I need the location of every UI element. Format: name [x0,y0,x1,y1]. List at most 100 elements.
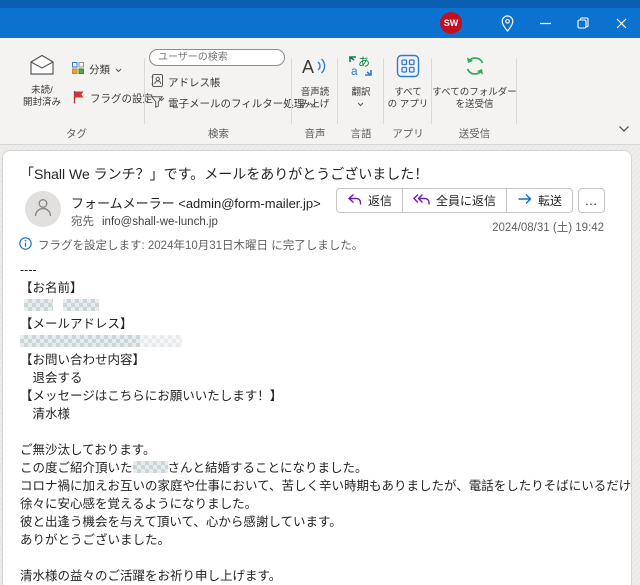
body-text: 【お問い合わせ内容】 [20,353,146,367]
unread-label-1: 未読/ [31,85,53,96]
reading-pane: 「Shall We ランチ？」です。メールをありがとうございました！ フォームメ… [2,150,632,585]
all-apps-button[interactable]: すべて の アプリ [384,54,432,111]
minimize-button[interactable] [526,9,564,37]
tags-group-label: タグ [66,128,87,140]
body-text: 清水様 [20,407,71,421]
apps-group-label: アプリ [392,128,424,140]
svg-text:あ: あ [358,55,370,69]
svg-text:a: a [351,64,358,78]
redacted-text [20,335,140,347]
body-text: 【メールアドレス】 [20,317,133,331]
body-text: 彼と出逢う機会を与えて頂いて、心から感謝しています。 [20,515,342,529]
body-line [20,423,617,441]
ribbon-group-language: あa 翻訳 言語 [338,38,384,144]
address-book-icon [151,74,163,90]
account-avatar[interactable]: SW [440,12,462,34]
filter-funnel-icon [150,96,164,111]
close-button[interactable] [602,9,640,37]
all-apps-label-2: の アプリ [387,99,429,110]
body-line: この度ご紹介頂いた さんと結婚することになりました。 [20,459,617,477]
reply-label: 返信 [367,194,392,208]
body-text: さんと結婚することになりました。 [167,461,368,475]
ribbon: 未読/ 開封済み 分類 フラグの設定 タグ ユーザーの検索 アドレス帳 電子メー… [0,38,640,145]
outlook-window: SW 未読/ 開封済み 分類 フラグの設定 タグ ユーザーの検索 アドレス帳 電… [0,0,640,585]
read-aloud-button[interactable]: A 音声読 み上げ [292,54,338,111]
ribbon-group-speech: A 音声読 み上げ 音声 [292,38,338,144]
body-line [20,297,617,315]
unread-read-button[interactable]: 未読/ 開封済み [16,54,68,109]
flag-icon [72,90,85,107]
translate-label: 翻訳 [351,87,371,98]
body-line: 清水様の益々のご活躍をお祈り申し上げます。 [20,567,617,585]
body-line [20,549,617,567]
apps-grid-icon [396,54,420,83]
to-label: 宛先 [71,216,94,228]
reply-arrow-icon [347,193,362,209]
categorize-label: 分類 [89,64,110,76]
body-line: 退会する [20,369,617,387]
redacted-text [140,335,182,347]
body-line: 【お問い合わせ内容】 [20,351,617,369]
search-group-label: 検索 [208,128,229,140]
categorize-button[interactable]: 分類 [72,62,122,77]
body-text: 【メッセージはこちらにお願いいたします！】 [20,389,283,403]
translate-icon: あa [348,54,374,83]
person-icon [32,196,54,223]
body-line: 彼と出逢う機会を与えて頂いて、心から感謝しています。 [20,513,617,531]
chevron-down-icon [115,64,122,76]
speech-group-label: 音声 [304,128,326,140]
body-text: ありがとうございました。 [20,533,171,547]
chevron-down-icon [357,99,364,111]
all-apps-label-1: すべて [394,87,422,98]
body-line: 清水様 [20,405,617,423]
redacted-text [24,299,53,311]
sendreceive-group-label: 送受信 [458,128,491,140]
flag-status-line: フラグを設定します: 2024年10月31日木曜日 に完了しました。 [19,237,363,253]
to-address[interactable]: info@shall-we-lunch.jp [102,216,218,228]
ribbon-group-search: アドレス帳 電子メールのフィルター処理 検索 [145,38,316,144]
more-actions-button[interactable]: … [578,188,605,213]
send-receive-label-1: すべてのフォルダー [432,87,517,98]
address-book-button[interactable]: アドレス帳 [151,74,221,90]
categorize-icon [72,62,84,77]
message-datetime: 2024/08/31 (土) 19:42 [492,222,604,234]
body-text: 退会する [20,371,83,385]
body-text: ---- [20,263,37,277]
flag-status-text: フラグを設定します: 2024年10月31日木曜日 に完了しました。 [38,240,364,252]
read-aloud-icon: A [301,54,329,83]
reply-all-button[interactable]: 全員に返信 [401,188,507,213]
body-line [20,333,617,351]
ribbon-group-sendreceive: すべてのフォルダー を送受信 送受信 [432,38,517,144]
language-group-label: 言語 [350,128,372,140]
ribbon-collapse-chevron-icon[interactable] [618,120,630,138]
sync-arrows-icon [463,54,487,83]
set-flag-label: フラグの設定 [90,93,153,105]
body-line: 【メールアドレス】 [20,315,617,333]
send-receive-label-2: を送受信 [455,99,494,110]
redacted-text [132,461,168,473]
ribbon-group-apps: すべて の アプリ アプリ [384,38,432,144]
reply-button[interactable]: 返信 [335,188,403,213]
body-text: この度ご紹介頂いた [20,461,133,475]
title-bar-top-strip [0,0,640,8]
body-line: ご無沙汰しております。 [20,441,617,459]
sender-avatar[interactable] [25,191,61,227]
reply-all-label: 全員に返信 [435,194,496,208]
reply-all-arrow-icon [412,193,430,209]
forward-button[interactable]: 転送 [505,188,573,213]
body-line: 【メッセージはこちらにお願いいたします！】 [20,387,617,405]
send-receive-button[interactable]: すべてのフォルダー を送受信 [432,54,517,111]
read-aloud-label-2: み上げ [300,99,330,110]
svg-text:A: A [302,57,314,77]
body-line: コロナ禍に加えお互いの家庭や仕事において、苦しく辛い時期もありましたが、電話をし… [20,477,631,495]
sender-name[interactable]: フォームメーラー <admin@form-mailer.jp> [71,193,321,212]
recipient-line: 宛先 info@shall-we-lunch.jp [71,213,218,229]
forward-label: 転送 [537,194,562,208]
forward-arrow-icon [517,193,532,208]
restore-button[interactable] [564,9,602,37]
body-text: 清水様の益々のご活躍をお祈り申し上げます。 [20,569,282,583]
user-search-input[interactable] [149,49,285,66]
body-line: 徐々に安心感を覚えるようになりました。 [20,495,617,513]
location-pin-icon[interactable] [488,9,526,37]
translate-button[interactable]: あa 翻訳 [338,54,384,111]
